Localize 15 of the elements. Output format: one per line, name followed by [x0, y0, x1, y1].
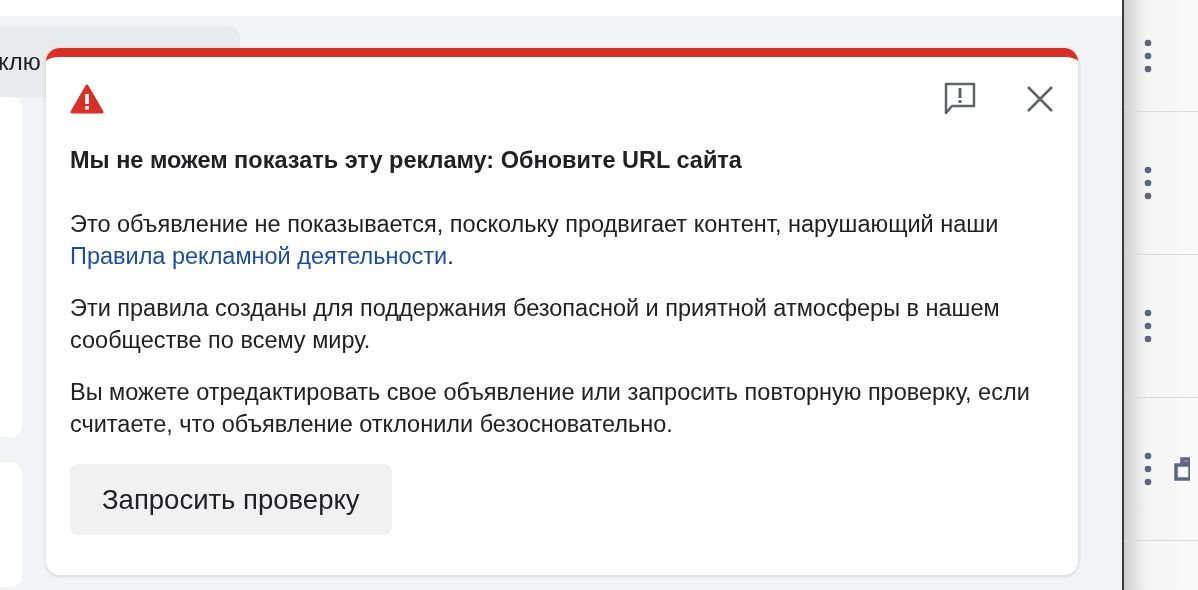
feedback-icon [944, 82, 976, 116]
close-icon [1026, 85, 1054, 113]
more-icon[interactable] [1144, 309, 1152, 343]
policy-link[interactable]: Правила рекламной деятельности [70, 243, 448, 269]
request-review-button[interactable]: Запросить проверку [70, 464, 392, 535]
paragraph: Вы можете отредактировать свое объявление или запросить повторную проверку, если считаете, что объявление отклонили безосновательно. [70, 378, 1031, 439]
more-icon[interactable] [1144, 452, 1152, 486]
close-button[interactable] [1026, 85, 1054, 113]
more-icon[interactable] [1144, 38, 1152, 73]
chip-label: клю [0, 47, 41, 76]
more-icon[interactable] [1144, 166, 1152, 200]
paragraph: Это объявление не показывается, поскольку продвигает контент, нарушающий наши Правила рекламной деятельности. [70, 210, 1000, 271]
dialog-title: Мы не можем показать эту рекламу: Обновите URL сайта [70, 147, 743, 174]
feedback-button[interactable] [944, 82, 976, 116]
paragraph: Эти правила созданы для поддержания безопасной и приятной атмосферы в нашем сообществе по всему миру. [70, 294, 1001, 355]
